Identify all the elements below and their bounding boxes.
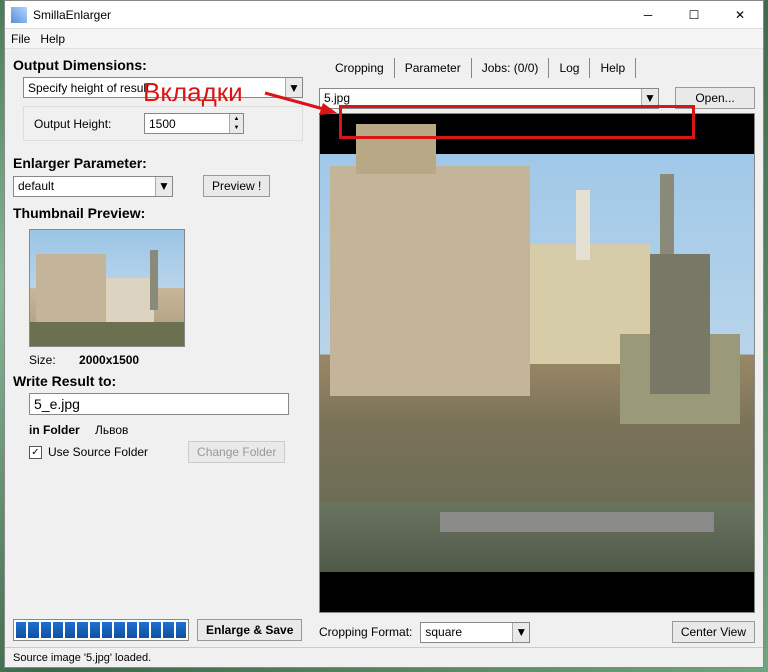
titlebar: SmillaEnlarger ─ ☐ ✕: [5, 1, 763, 29]
menu-help[interactable]: Help: [40, 32, 65, 46]
change-folder-button: Change Folder: [188, 441, 285, 463]
chevron-down-icon: ▼: [641, 89, 658, 108]
output-height-label: Output Height:: [34, 117, 144, 131]
use-source-folder-label: Use Source Folder: [48, 445, 148, 459]
open-button[interactable]: Open...: [675, 87, 755, 109]
enlarge-save-button[interactable]: Enlarge & Save: [197, 619, 302, 641]
in-folder-label: in Folder: [29, 423, 80, 437]
chevron-down-icon: ▼: [285, 78, 302, 97]
menu-file[interactable]: File: [11, 32, 30, 46]
folder-name: Львов: [95, 423, 128, 437]
thumbnail-preview-title: Thumbnail Preview:: [13, 205, 313, 221]
tab-bar: Cropping Parameter Jobs: (0/0) Log Help: [319, 55, 659, 81]
preview-button[interactable]: Preview !: [203, 175, 270, 197]
output-filename-input[interactable]: 5_e.jpg: [29, 393, 289, 415]
close-button[interactable]: ✕: [717, 1, 763, 29]
maximize-button[interactable]: ☐: [671, 1, 717, 29]
app-icon: [11, 7, 27, 23]
enlarger-parameter-title: Enlarger Parameter:: [13, 155, 313, 171]
tab-log[interactable]: Log: [549, 58, 590, 78]
preview-area[interactable]: [319, 113, 755, 613]
source-file-dropdown[interactable]: 5.jpg ▼: [319, 88, 659, 109]
parameter-preset-value: default: [18, 179, 54, 193]
preview-image: [320, 154, 754, 572]
menubar: File Help: [5, 29, 763, 49]
tab-cropping[interactable]: Cropping: [325, 58, 395, 78]
tab-help[interactable]: Help: [590, 58, 636, 78]
tab-jobs[interactable]: Jobs: (0/0): [472, 58, 550, 78]
output-filename-value: 5_e.jpg: [34, 396, 80, 412]
thumbnail-image: [29, 229, 185, 347]
source-file-value: 5.jpg: [324, 91, 350, 105]
chevron-down-icon: ▼: [512, 623, 529, 642]
status-text: Source image '5.jpg' loaded.: [13, 652, 151, 664]
progress-bar: [13, 619, 189, 641]
dimension-mode-value: Specify height of result: [28, 81, 149, 95]
use-source-folder-checkbox[interactable]: ✓ Use Source Folder: [29, 445, 148, 459]
size-value: 2000x1500: [79, 353, 139, 367]
center-view-button[interactable]: Center View: [672, 621, 755, 643]
cropping-format-label: Cropping Format:: [319, 625, 412, 639]
spinner-buttons[interactable]: ▲▼: [229, 114, 243, 133]
minimize-button[interactable]: ─: [625, 1, 671, 29]
output-height-value: 1500: [149, 117, 176, 131]
write-result-title: Write Result to:: [13, 373, 313, 389]
size-label: Size:: [29, 353, 56, 367]
right-panel: Cropping Parameter Jobs: (0/0) Log Help …: [319, 55, 755, 645]
output-dimensions-title: Output Dimensions:: [13, 57, 313, 73]
left-panel: Output Dimensions: Specify height of res…: [13, 55, 313, 645]
status-bar: Source image '5.jpg' loaded.: [5, 647, 763, 667]
cropping-format-value: square: [425, 625, 462, 639]
dimension-mode-dropdown[interactable]: Specify height of result ▼: [23, 77, 303, 98]
parameter-preset-dropdown[interactable]: default ▼: [13, 176, 173, 197]
cropping-format-dropdown[interactable]: square ▼: [420, 622, 530, 643]
app-window: SmillaEnlarger ─ ☐ ✕ File Help Вкладки O…: [4, 0, 764, 668]
checkbox-icon: ✓: [29, 446, 42, 459]
window-title: SmillaEnlarger: [33, 8, 625, 22]
tab-parameter[interactable]: Parameter: [395, 58, 472, 78]
chevron-down-icon: ▼: [155, 177, 172, 196]
output-height-input[interactable]: 1500 ▲▼: [144, 113, 244, 134]
